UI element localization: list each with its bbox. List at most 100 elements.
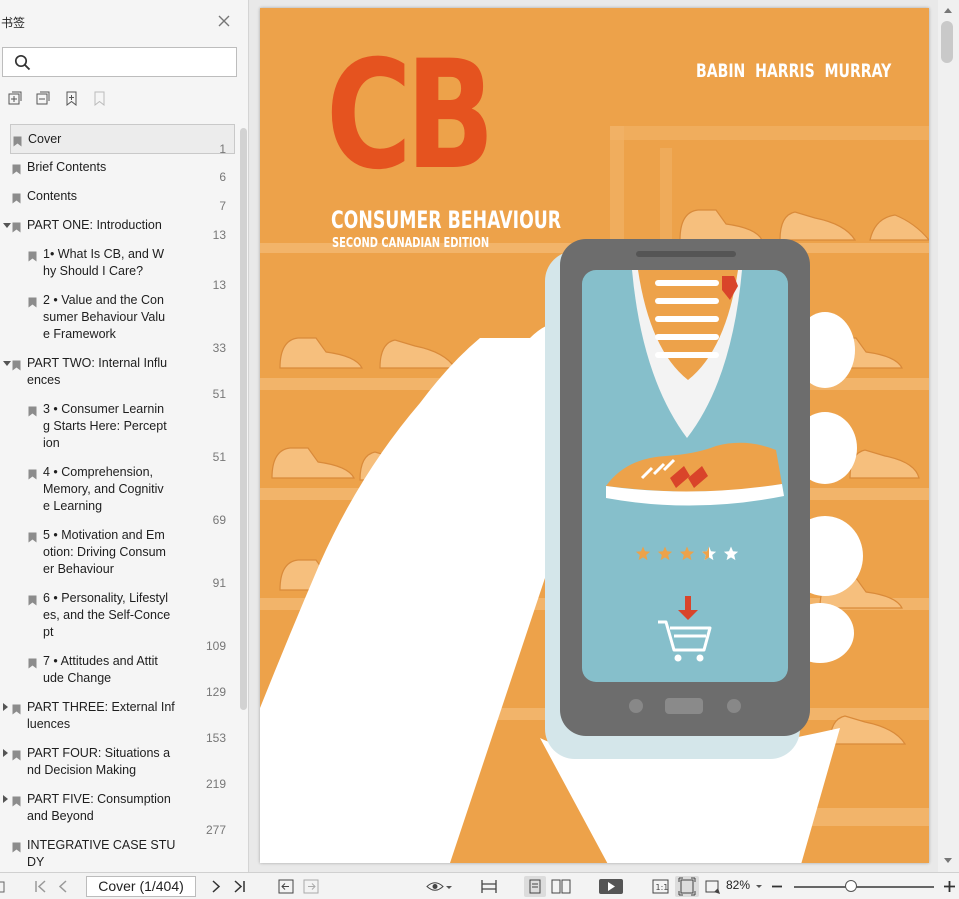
bookmark-tree: Cover 1 Brief Contents 6 Contents 7 PART ONE: … [0,124,238,870]
two-page-icon[interactable] [551,878,571,895]
book-cover-page: CB CONSUMER BEHAVIOUR SECOND CANADIAN ED… [260,8,929,863]
zoom-slider-handle[interactable] [845,880,857,892]
cover-title: CONSUMER BEHAVIOUR [331,206,562,234]
bookmark-icon [28,593,37,606]
sidebar-scrollbar-thumb[interactable] [240,128,247,710]
bookmark-item[interactable]: Cover 1 [10,124,235,156]
cover-logo: CB [326,29,495,203]
bookmark-panel: 书签 Cover1Brief Contents6Contents7P [0,0,249,872]
scroll-up-icon[interactable] [944,8,952,13]
bookmark-item[interactable]: 1• What Is CB, and W hy Should I Care? 13 [0,246,238,292]
chevron-right-icon[interactable] [3,749,8,757]
bookmark-page-number: 51 [212,387,226,401]
previous-page-icon[interactable] [58,878,68,895]
close-icon[interactable] [216,13,232,29]
bookmark-item[interactable]: 7 • Attitudes and Attit ude Change 129 [0,653,238,699]
document-scrollbar[interactable] [938,0,959,872]
actual-size-icon[interactable]: 1:1 [652,878,669,895]
bookmark-icon [28,249,37,262]
bookmark-page-number: 33 [212,341,226,355]
next-page-icon[interactable] [211,878,221,895]
bookmark-label: Brief Contents [27,160,107,174]
bookmark-search-input[interactable] [37,52,227,72]
page-number-input[interactable]: Cover (1/404) [86,876,196,897]
bookmark-label: INTEGRATIVE CASE STU DY [27,838,176,869]
zoom-out-icon[interactable] [771,878,783,895]
bookmark-icon [12,702,21,715]
cover-edition: SECOND CANADIAN EDITION [332,236,490,251]
bookmark-page-number: 1 [219,142,226,156]
bookmark-label: 2 • Value and the Con sumer Behaviour Va… [43,293,166,341]
bookmark-label: 3 • Consumer Learnin g Starts Here: Perc… [43,402,167,450]
bookmark-item[interactable]: PART TWO: Internal Influ ences 51 [0,355,238,401]
forward-view-icon[interactable] [303,878,319,895]
bookmark-icon [12,840,21,853]
bookmark-item[interactable]: PART THREE: External Inf luences 153 [0,699,238,745]
add-bookmark-icon[interactable] [64,91,81,108]
document-viewport: CB CONSUMER BEHAVIOUR SECOND CANADIAN ED… [250,0,959,872]
read-mode-icon[interactable] [426,878,452,895]
bookmark-icon [12,191,21,204]
fit-page-icon[interactable] [675,876,699,897]
bookmark-item[interactable]: Contents 7 [0,188,238,217]
bookmark-page-number: 13 [212,278,226,292]
zoom-in-icon[interactable] [943,878,956,895]
chevron-down-icon[interactable] [3,361,11,366]
first-page-icon[interactable] [34,878,47,895]
bookmark-page-number: 7 [219,199,226,213]
bookmark-label: Contents [27,189,78,203]
bookmark-item[interactable]: PART FIVE: Consumption and Beyond 277 [0,791,238,837]
chevron-down-icon[interactable] [3,223,11,228]
bookmark-item[interactable]: 3 • Consumer Learnin g Starts Here: Perc… [0,401,238,464]
bookmark-label: Cover [28,132,62,146]
bookmark-label: 4 • Comprehension, Memory, and Cognitiv … [43,465,164,513]
cover-authors: BABIN HARRIS MURRAY [696,60,892,82]
remove-bookmark-icon[interactable] [92,91,109,108]
bookmark-item[interactable]: Brief Contents 6 [0,159,238,188]
zoom-level[interactable]: 82% [726,878,750,892]
bookmark-label: PART FOUR: Situations a nd Decision Maki… [27,746,171,777]
back-view-icon[interactable] [278,878,294,895]
bookmark-label: 7 • Attitudes and Attit ude Change [43,654,158,685]
bookmark-item[interactable]: 2 • Value and the Con sumer Behaviour Va… [0,292,238,355]
zoom-mode-icon[interactable] [704,878,722,895]
search-icon [14,54,31,76]
bookmark-icon [13,134,22,147]
single-page-icon[interactable] [524,876,546,897]
bookmark-item[interactable]: 5 • Motivation and Em otion: Driving Con… [0,527,238,590]
toggle-panel-icon[interactable] [0,878,6,895]
bookmark-label: PART TWO: Internal Influ ences [27,356,168,387]
bookmark-label: 6 • Personality, Lifestyl es, and the Se… [43,591,171,639]
bookmark-page-number: 91 [212,576,226,590]
bookmark-page-number: 13 [212,228,226,242]
scroll-down-icon[interactable] [944,858,952,863]
bookmark-item[interactable]: 4 • Comprehension, Memory, and Cognitiv … [0,464,238,527]
fit-width-icon[interactable] [480,878,498,895]
expand-all-icon[interactable] [8,91,25,108]
bookmark-item[interactable]: INTEGRATIVE CASE STU DY 333 [0,837,238,870]
chevron-right-icon[interactable] [3,703,8,711]
bookmark-icon [28,404,37,417]
bookmark-page-number: 219 [205,777,226,791]
bookmark-item[interactable]: PART FOUR: Situations a nd Decision Maki… [0,745,238,791]
collapse-all-icon[interactable] [36,91,53,108]
slideshow-icon[interactable] [598,878,624,895]
bookmark-icon [28,530,37,543]
bookmark-item[interactable]: 6 • Personality, Lifestyl es, and the Se… [0,590,238,653]
bookmark-item[interactable]: PART ONE: Introduction 13 [0,217,238,246]
bookmark-icon [12,794,21,807]
bookmark-label: PART THREE: External Inf luences [27,700,175,731]
chevron-right-icon[interactable] [3,795,8,803]
bottom-toolbar: Cover (1/404) 1:1 82% [0,872,959,899]
zoom-dropdown-icon[interactable] [755,878,763,895]
bookmark-label: 1• What Is CB, and W hy Should I Care? [43,247,165,278]
svg-text:1:1: 1:1 [656,883,669,892]
bookmark-search-box [2,47,237,77]
bookmark-page-number: 51 [212,450,226,464]
zoom-slider-track[interactable] [794,886,934,888]
bookmark-icon [28,467,37,480]
document-scrollbar-thumb[interactable] [941,21,953,63]
bookmark-page-number: 109 [205,639,226,653]
last-page-icon[interactable] [233,878,246,895]
bookmark-page-number: 153 [205,731,226,745]
